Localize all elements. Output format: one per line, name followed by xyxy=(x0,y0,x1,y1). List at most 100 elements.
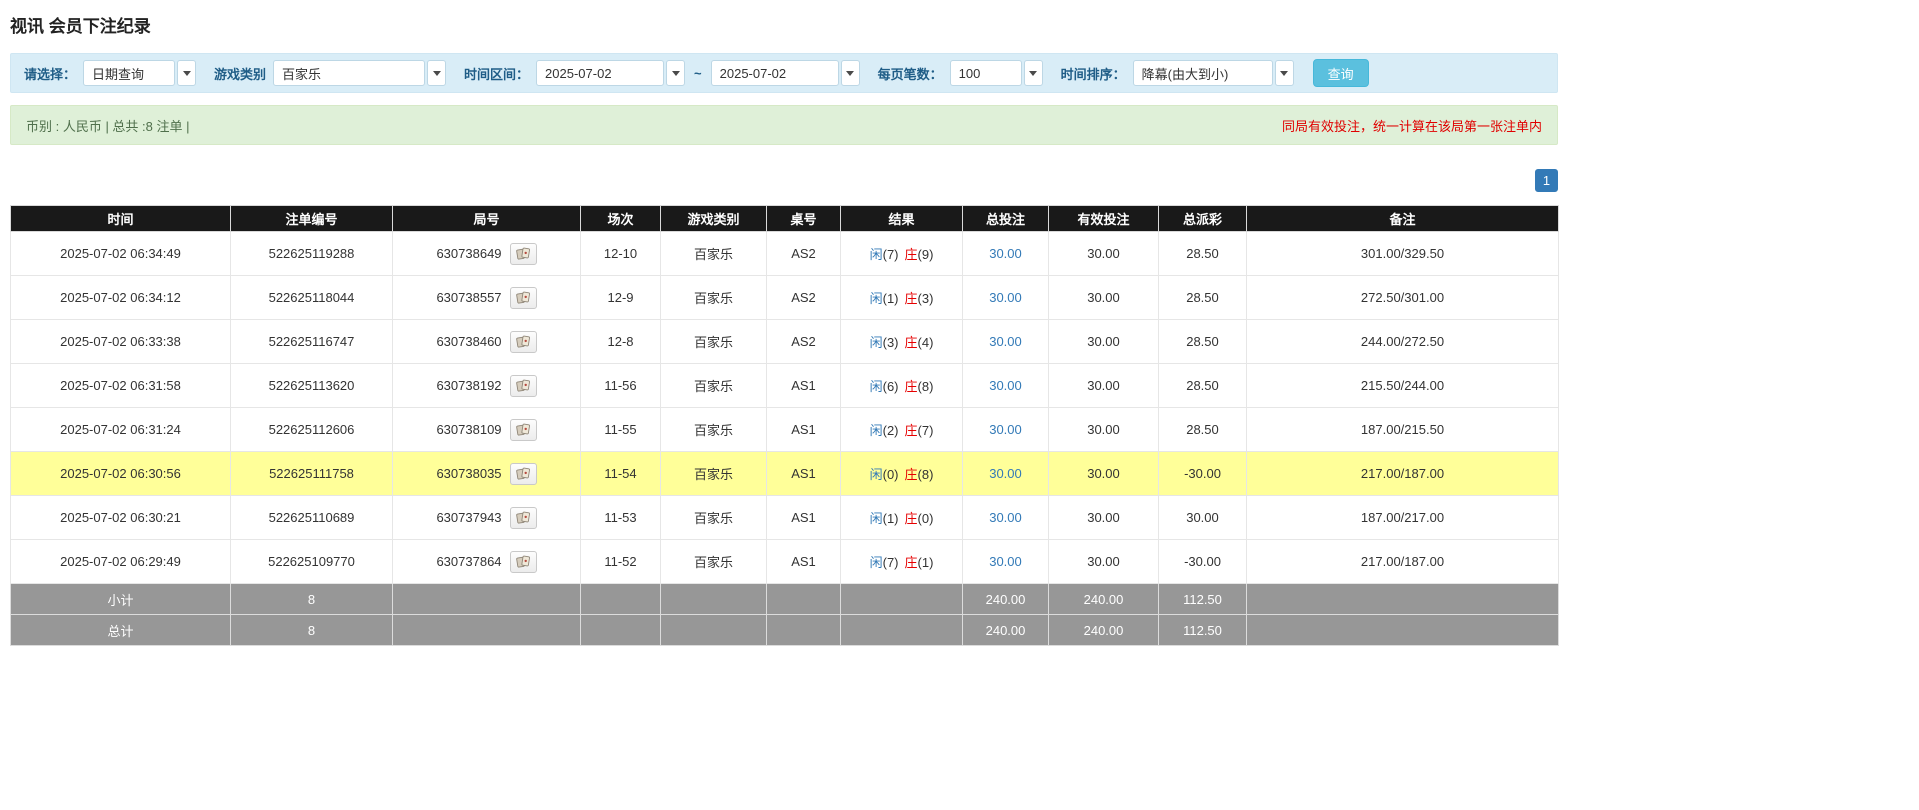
table-row: 2025-07-02 06:33:38 522625116747 6307384… xyxy=(11,320,1559,364)
select-label: 请选择： xyxy=(24,64,76,83)
cell-note: 217.00/187.00 xyxy=(1247,452,1559,496)
chevron-down-icon[interactable] xyxy=(427,60,446,86)
round-detail-button[interactable] xyxy=(510,463,537,485)
chevron-down-icon[interactable] xyxy=(1275,60,1294,86)
cell-blank xyxy=(767,615,841,646)
cell-session: 12-8 xyxy=(581,320,661,364)
currency-total-text: 币别 : 人民币 | 总共 :8 注单 | xyxy=(26,116,190,135)
total-bet-link[interactable]: 30.00 xyxy=(989,246,1022,261)
sort-combo[interactable]: 降幕(由大到小) xyxy=(1133,60,1294,86)
cell-session: 11-53 xyxy=(581,496,661,540)
cards-icon xyxy=(516,511,531,524)
round-detail-button[interactable] xyxy=(510,507,537,529)
cell-bet-id: 522625113620 xyxy=(231,364,393,408)
col-round-id: 局号 xyxy=(393,206,581,232)
cell-result: 闲(3)庄(4) xyxy=(841,320,963,364)
player-label: 闲 xyxy=(870,379,883,394)
col-valid-bet: 有效投注 xyxy=(1049,206,1159,232)
total-bet-link[interactable]: 30.00 xyxy=(989,422,1022,437)
round-detail-button[interactable] xyxy=(510,287,537,309)
round-detail-button[interactable] xyxy=(510,419,537,441)
col-payout: 总派彩 xyxy=(1159,206,1247,232)
total-bet-link[interactable]: 30.00 xyxy=(989,510,1022,525)
cell-session: 11-56 xyxy=(581,364,661,408)
round-id: 630737864 xyxy=(436,554,501,569)
cell-time: 2025-07-02 06:31:24 xyxy=(11,408,231,452)
round-detail-button[interactable] xyxy=(510,243,537,265)
cell-round: 630738192 xyxy=(393,364,581,408)
cell-time: 2025-07-02 06:30:56 xyxy=(11,452,231,496)
query-type-value[interactable]: 日期查询 xyxy=(83,60,175,86)
page-1-button[interactable]: 1 xyxy=(1535,169,1558,192)
summary-bar: 币别 : 人民币 | 总共 :8 注单 | 同局有效投注，统一计算在该局第一张注… xyxy=(10,105,1558,145)
table-row: 2025-07-02 06:34:49 522625119288 6307386… xyxy=(11,232,1559,276)
banker-score: (1) xyxy=(918,555,934,570)
cell-total-bet: 30.00 xyxy=(963,320,1049,364)
round-detail-button[interactable] xyxy=(510,375,537,397)
summary-row: 总计 8 240.00 240.00 112.50 xyxy=(11,615,1559,646)
round-id: 630738035 xyxy=(436,466,501,481)
cell-bet-id: 522625116747 xyxy=(231,320,393,364)
game-type-value[interactable]: 百家乐 xyxy=(273,60,425,86)
date-to-picker[interactable]: 2025-07-02 xyxy=(711,60,860,86)
round-detail-button[interactable] xyxy=(510,551,537,573)
cell-round: 630738460 xyxy=(393,320,581,364)
round-id: 630737943 xyxy=(436,510,501,525)
round-id: 630738109 xyxy=(436,422,501,437)
cell-note: 187.00/215.50 xyxy=(1247,408,1559,452)
cell-summary-total-bet: 240.00 xyxy=(963,584,1049,615)
chevron-down-icon[interactable] xyxy=(666,60,685,86)
cell-total-bet: 30.00 xyxy=(963,232,1049,276)
cell-round: 630738109 xyxy=(393,408,581,452)
cards-icon xyxy=(516,291,531,304)
table-row: 2025-07-02 06:31:24 522625112606 6307381… xyxy=(11,408,1559,452)
total-bet-link[interactable]: 30.00 xyxy=(989,554,1022,569)
game-type-combo[interactable]: 百家乐 xyxy=(273,60,446,86)
banker-label: 庄 xyxy=(905,423,918,438)
player-label: 闲 xyxy=(870,291,883,306)
total-bet-link[interactable]: 30.00 xyxy=(989,378,1022,393)
page: 视讯 会员下注纪录 请选择： 日期查询 游戏类别 百家乐 时间区间： 2025-… xyxy=(10,0,1558,646)
player-label: 闲 xyxy=(870,555,883,570)
total-bet-link[interactable]: 30.00 xyxy=(989,290,1022,305)
cell-valid-bet: 30.00 xyxy=(1049,276,1159,320)
date-to-value[interactable]: 2025-07-02 xyxy=(711,60,839,86)
cell-bet-id: 522625111758 xyxy=(231,452,393,496)
total-bet-link[interactable]: 30.00 xyxy=(989,334,1022,349)
date-from-picker[interactable]: 2025-07-02 xyxy=(536,60,685,86)
cell-summary-label: 总计 xyxy=(11,615,231,646)
cell-game-type: 百家乐 xyxy=(661,452,767,496)
cell-result: 闲(6)庄(8) xyxy=(841,364,963,408)
sort-value[interactable]: 降幕(由大到小) xyxy=(1133,60,1273,86)
cell-time: 2025-07-02 06:34:49 xyxy=(11,232,231,276)
cell-bet-id: 522625118044 xyxy=(231,276,393,320)
cell-session: 11-52 xyxy=(581,540,661,584)
page-size-value[interactable]: 100 xyxy=(950,60,1022,86)
player-score: (0) xyxy=(883,467,899,482)
cell-blank xyxy=(661,615,767,646)
cell-summary-valid-bet: 240.00 xyxy=(1049,584,1159,615)
chevron-down-icon[interactable] xyxy=(177,60,196,86)
chevron-down-icon[interactable] xyxy=(1024,60,1043,86)
query-button[interactable]: 查询 xyxy=(1313,59,1369,87)
valid-bet-note: 同局有效投注，统一计算在该局第一张注单内 xyxy=(1282,116,1542,135)
cell-summary-valid-bet: 240.00 xyxy=(1049,615,1159,646)
query-type-combo[interactable]: 日期查询 xyxy=(83,60,196,86)
date-from-value[interactable]: 2025-07-02 xyxy=(536,60,664,86)
player-score: (6) xyxy=(883,379,899,394)
cell-payout: 30.00 xyxy=(1159,496,1247,540)
table-row: 2025-07-02 06:30:56 522625111758 6307380… xyxy=(11,452,1559,496)
page-size-combo[interactable]: 100 xyxy=(950,60,1043,86)
banker-score: (8) xyxy=(918,467,934,482)
round-detail-button[interactable] xyxy=(510,331,537,353)
cell-session: 11-54 xyxy=(581,452,661,496)
chevron-down-icon[interactable] xyxy=(841,60,860,86)
cell-blank xyxy=(841,584,963,615)
banker-score: (0) xyxy=(918,511,934,526)
player-score: (3) xyxy=(883,335,899,350)
cell-result: 闲(1)庄(0) xyxy=(841,496,963,540)
cell-note: 215.50/244.00 xyxy=(1247,364,1559,408)
cell-valid-bet: 30.00 xyxy=(1049,320,1159,364)
total-bet-link[interactable]: 30.00 xyxy=(989,466,1022,481)
cell-result: 闲(1)庄(3) xyxy=(841,276,963,320)
